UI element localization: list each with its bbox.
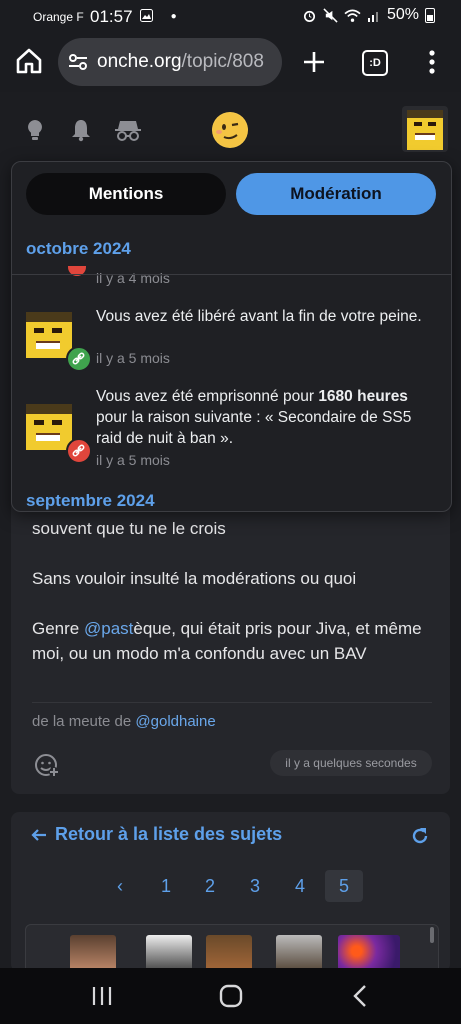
notification-item[interactable]: Vous avez été emprisonné pour 1680 heure… — [12, 384, 451, 474]
back-to-topics-link[interactable]: Retour à la liste des sujets — [31, 824, 282, 845]
system-icons: 50% — [302, 6, 435, 24]
section-header-month: septembre 2024 — [26, 491, 155, 510]
bell-icon[interactable] — [69, 118, 93, 142]
post-text-paragraph: Genre @pastèque, qui était pris pour Jiv… — [32, 616, 432, 666]
site-header — [0, 92, 461, 164]
dot-icon: ● — [170, 11, 177, 22]
page-3-button[interactable]: 3 — [236, 870, 274, 902]
status-bar: Orange F 01:57 ● 50% — [0, 0, 461, 34]
address-bar[interactable]: onche.org/topic/808 — [58, 38, 282, 86]
browser-toolbar: onche.org/topic/808 :D — [0, 34, 461, 92]
post-text: Genre — [32, 619, 84, 638]
signal-icon — [367, 12, 378, 22]
add-reaction-icon[interactable] — [34, 752, 60, 778]
battery-icon — [425, 7, 435, 23]
avatar-thumbnail[interactable] — [146, 935, 192, 972]
page-4-button[interactable]: 4 — [281, 870, 319, 902]
post-card: souvent que tu ne le crois Sans vouloir … — [11, 480, 450, 794]
wifi-icon — [344, 9, 361, 22]
avatar-thumbnail[interactable] — [206, 935, 252, 972]
post-signature: de la meute de @goldhaine — [32, 713, 216, 730]
recent-apps-icon[interactable] — [90, 984, 114, 1008]
notification-tabs: Mentions Modération — [26, 173, 436, 217]
mute-icon — [323, 7, 338, 23]
carrier-label: Orange F — [33, 10, 84, 24]
notification-duration: 1680 heures — [318, 388, 408, 405]
divider — [32, 702, 432, 703]
notification-time: il y a 4 mois — [96, 270, 170, 286]
incognito-icon[interactable] — [114, 118, 142, 142]
user-avatar[interactable] — [402, 106, 448, 152]
notifications-dropdown: Mentions Modération octobre 2024 il y a … — [11, 161, 452, 512]
notification-text-part: pour la raison suivante : « Secondaire d… — [96, 409, 412, 447]
back-icon[interactable] — [349, 984, 373, 1008]
more-menu-icon[interactable] — [420, 48, 444, 76]
scrollbar[interactable] — [430, 927, 434, 943]
pagination: ‹ 1 2 3 4 5 — [11, 870, 450, 902]
image-icon — [140, 9, 153, 22]
avatar-thumbnail[interactable] — [338, 935, 400, 972]
topic-navigation-card: Retour à la liste des sujets ‹ 1 2 3 4 5 — [11, 812, 450, 972]
lightbulb-icon[interactable] — [23, 118, 47, 142]
tab-switcher-button[interactable]: :D — [362, 50, 388, 76]
battery-percent: 50% — [386, 6, 419, 23]
smiley-logo-icon[interactable] — [212, 112, 248, 148]
notification-time: il y a 5 mois — [96, 350, 170, 366]
url-text: onche.org/topic/808 — [97, 51, 277, 73]
signature-user-link[interactable]: @goldhaine — [135, 713, 215, 730]
notification-item[interactable]: Vous avez été libéré avant la fin de vot… — [12, 302, 451, 372]
tab-moderation[interactable]: Modération — [236, 173, 436, 215]
notification-text: Vous avez été emprisonné pour 1680 heure… — [96, 386, 438, 449]
notification-text-part: Vous avez été emprisonné pour — [96, 388, 319, 405]
alarm-icon — [303, 10, 315, 22]
avatar-strip — [25, 924, 439, 972]
section-header-month: octobre 2024 — [26, 239, 131, 258]
page-2-button[interactable]: 2 — [191, 870, 229, 902]
back-link-label: Retour à la liste des sujets — [55, 824, 283, 844]
signature-prefix: de la meute de — [32, 713, 136, 730]
prev-page-button[interactable]: ‹ — [101, 870, 139, 902]
page-1-button[interactable]: 1 — [147, 870, 185, 902]
notification-icons: ● — [140, 9, 177, 25]
clock: 01:57 — [90, 7, 133, 26]
link-badge-icon — [66, 438, 92, 464]
refresh-icon[interactable] — [410, 826, 430, 846]
home-icon[interactable] — [14, 46, 44, 76]
post-text-line: Sans vouloir insulté la modérations ou q… — [32, 569, 357, 588]
notification-time: il y a 5 mois — [96, 452, 170, 468]
post-timestamp: il y a quelques secondes — [270, 750, 432, 776]
notification-text: Vous avez été libéré avant la fin de vot… — [96, 308, 422, 325]
page-5-button[interactable]: 5 — [325, 870, 363, 902]
tab-mentions[interactable]: Mentions — [26, 173, 226, 215]
home-button-icon[interactable] — [219, 984, 243, 1008]
new-tab-icon[interactable] — [300, 48, 328, 76]
arrow-left-icon — [31, 828, 46, 841]
system-navigation-bar — [0, 968, 461, 1024]
post-text-line: souvent que tu ne le crois — [32, 519, 226, 538]
url-domain: onche.org — [97, 51, 182, 72]
link-badge-icon — [66, 346, 92, 372]
avatar-thumbnail[interactable] — [70, 935, 116, 972]
mention-link[interactable]: @past — [84, 619, 133, 638]
avatar-thumbnail[interactable] — [276, 935, 322, 972]
site-settings-icon[interactable] — [67, 51, 89, 73]
divider — [12, 274, 451, 275]
url-path: /topic/808 — [181, 51, 264, 72]
